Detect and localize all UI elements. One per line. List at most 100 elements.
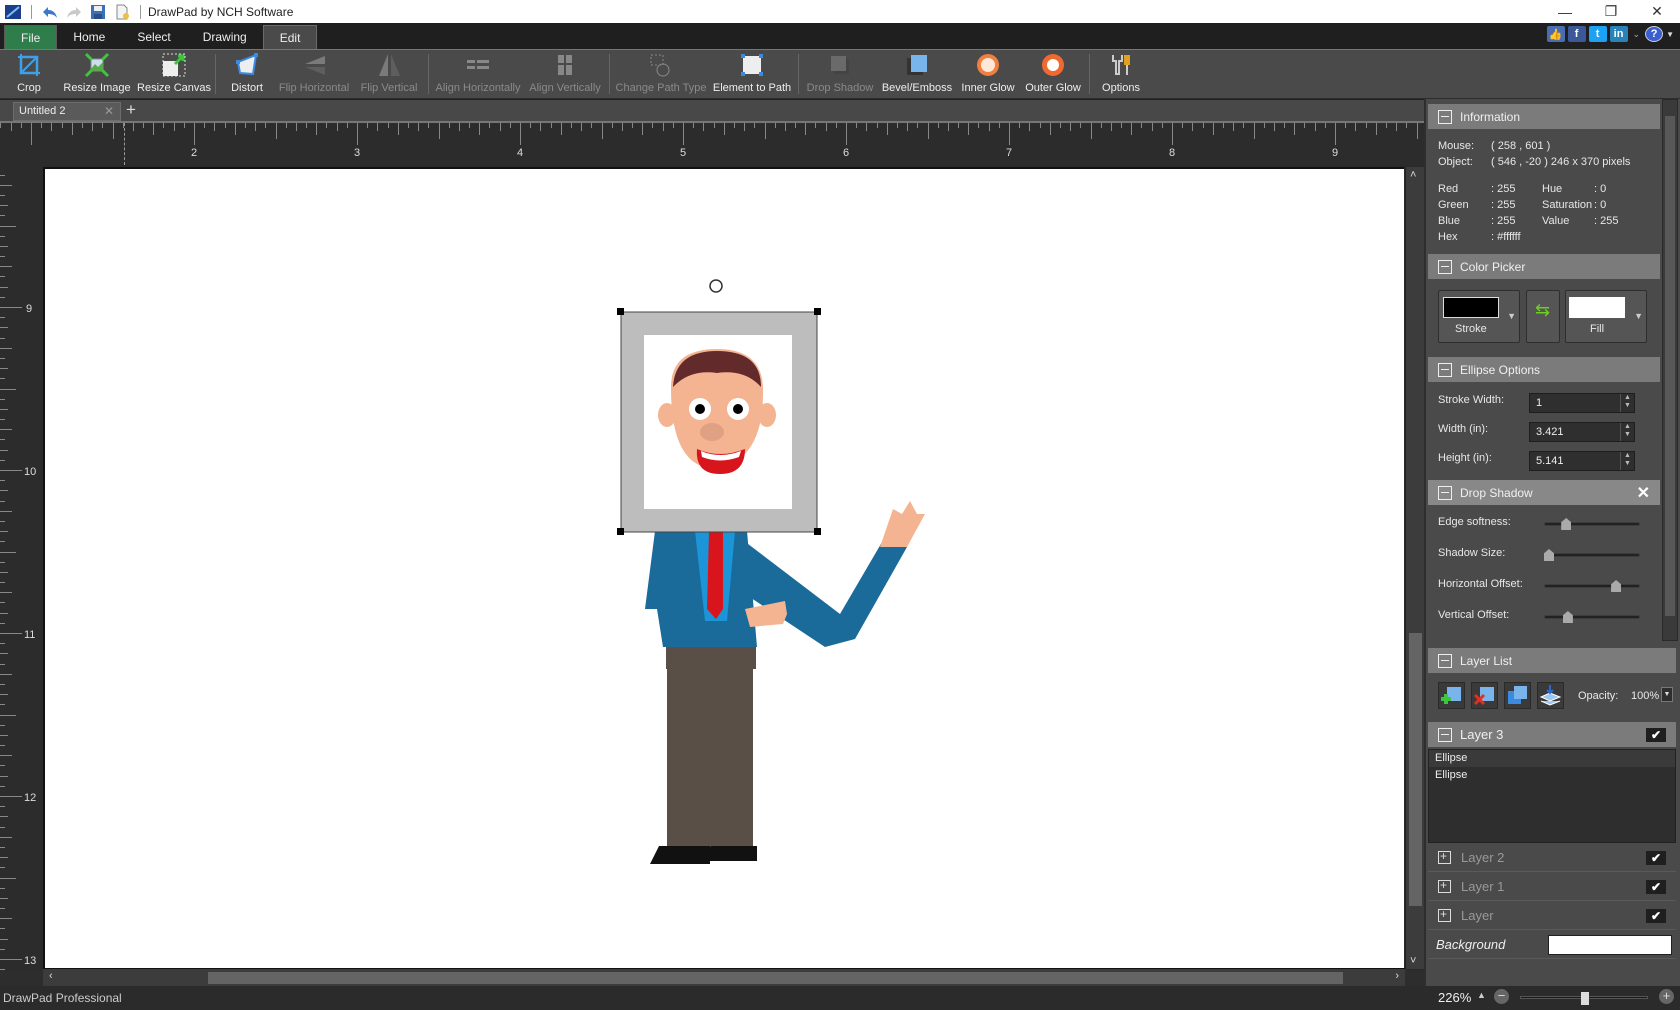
chevron-down-icon[interactable]: ⌄ [1633, 29, 1641, 40]
shadow-size-slider[interactable] [1544, 553, 1640, 557]
panel-scroll-thumb[interactable] [1665, 116, 1675, 616]
delete-layer-button[interactable] [1471, 682, 1498, 709]
spinner-arrows-icon[interactable]: ▲▼ [1620, 394, 1634, 412]
add-tab-button[interactable]: + [126, 100, 136, 120]
tab-edit[interactable]: Edit [263, 25, 318, 49]
drawing-page[interactable] [43, 167, 1404, 970]
layer-item[interactable]: Ellipse [1429, 750, 1675, 767]
resize-canvas-button[interactable]: Resize Canvas [136, 50, 212, 98]
layer-visible-checkbox[interactable]: ✔ [1646, 909, 1666, 923]
collapse-icon[interactable] [1438, 110, 1452, 124]
tab-drawing[interactable]: Drawing [187, 25, 263, 49]
close-button[interactable]: ✕ [1634, 0, 1680, 23]
layer-item[interactable]: Ellipse [1429, 767, 1675, 784]
stroke-width-input[interactable]: 1▲▼ [1529, 393, 1635, 413]
slider-thumb[interactable] [1544, 549, 1554, 561]
expand-layer-icon[interactable]: + [1438, 851, 1451, 864]
scroll-right-icon[interactable]: › [1395, 970, 1399, 982]
spinner-arrows-icon[interactable]: ▲▼ [1620, 423, 1634, 441]
slider-thumb[interactable] [1563, 611, 1573, 623]
element-to-path-button[interactable]: Element to Path [709, 50, 795, 98]
fill-dropdown-icon[interactable]: ▼ [1634, 311, 1643, 321]
fill-color-button[interactable]: Fill ▼ [1565, 290, 1647, 343]
vertical-offset-slider[interactable] [1544, 615, 1640, 619]
opacity-value[interactable]: 100% [1631, 690, 1659, 702]
collapse-icon[interactable] [1438, 260, 1452, 274]
duplicate-layer-button[interactable] [1504, 682, 1531, 709]
horizontal-scrollbar[interactable]: ‹ › [43, 968, 1405, 986]
layer-visible-checkbox[interactable]: ✔ [1646, 851, 1666, 865]
options-button[interactable]: Options [1093, 50, 1149, 98]
layer-3-header[interactable]: Layer 3✔ [1428, 722, 1676, 747]
bevel-emboss-button[interactable]: Bevel/Emboss [878, 50, 956, 98]
tab-select[interactable]: Select [121, 25, 186, 49]
close-effect-icon[interactable]: ✕ [1637, 483, 1650, 503]
facebook-icon[interactable]: f [1568, 26, 1586, 42]
color-picker-header[interactable]: Color Picker [1428, 254, 1660, 279]
flip-horizontal-button[interactable]: Flip Horizontal [275, 50, 353, 98]
layer-2-row[interactable]: +Layer 2✔ [1428, 844, 1676, 872]
selected-ellipse-object[interactable] [617, 280, 821, 535]
layer-1-row[interactable]: +Layer 1✔ [1428, 873, 1676, 901]
like-icon[interactable]: 👍 [1547, 26, 1565, 42]
layer-visible-checkbox[interactable]: ✔ [1646, 728, 1666, 742]
collapse-icon[interactable] [1438, 363, 1452, 377]
ellipse-options-header[interactable]: Ellipse Options [1428, 357, 1660, 382]
expand-layer-icon[interactable]: + [1438, 880, 1451, 893]
collapse-layer-icon[interactable] [1438, 728, 1452, 742]
merge-layer-button[interactable] [1537, 682, 1564, 709]
redo-icon[interactable] [65, 4, 83, 20]
outer-glow-button[interactable]: Outer Glow [1020, 50, 1086, 98]
width-input[interactable]: 3.421▲▼ [1529, 422, 1635, 442]
zoom-slider[interactable] [1520, 996, 1648, 999]
align-horizontally-button[interactable]: Align Horizontally [432, 50, 524, 98]
layer-visible-checkbox[interactable]: ✔ [1646, 880, 1666, 894]
slider-thumb[interactable] [1611, 580, 1621, 592]
collapse-icon[interactable] [1438, 654, 1452, 668]
zoom-slider-thumb[interactable] [1581, 992, 1589, 1005]
layer-list-header[interactable]: Layer List [1428, 648, 1676, 673]
undo-icon[interactable] [41, 4, 59, 20]
layer-row[interactable]: +Layer✔ [1428, 902, 1676, 930]
change-path-type-button[interactable]: Change Path Type [613, 50, 709, 98]
collapse-icon[interactable] [1438, 486, 1452, 500]
background-color-swatch[interactable] [1548, 935, 1672, 955]
twitter-icon[interactable]: t [1589, 26, 1607, 42]
panel-scrollbar[interactable] [1662, 99, 1678, 641]
vertical-scroll-thumb[interactable] [1409, 633, 1422, 906]
crop-button[interactable]: Crop [0, 50, 58, 98]
document-tab[interactable]: Untitled 2 ✕ [13, 102, 121, 121]
help-icon[interactable]: ? [1645, 26, 1663, 42]
scroll-up-icon[interactable]: ˄ [1410, 169, 1416, 181]
close-tab-icon[interactable]: ✕ [104, 103, 114, 120]
tab-home[interactable]: Home [57, 25, 121, 49]
opacity-dropdown-icon[interactable]: ▼ [1661, 687, 1673, 702]
swap-colors-button[interactable]: ⇆ [1526, 290, 1560, 343]
stroke-dropdown-icon[interactable]: ▼ [1507, 311, 1516, 321]
horizontal-scroll-thumb[interactable] [208, 972, 1343, 984]
new-document-icon[interactable] [113, 4, 131, 20]
zoom-level[interactable]: 226% [1438, 990, 1471, 1005]
linkedin-icon[interactable]: in [1610, 26, 1628, 42]
save-icon[interactable] [89, 4, 107, 20]
zoom-out-button[interactable]: − [1494, 989, 1509, 1004]
expand-layer-icon[interactable]: + [1438, 909, 1451, 922]
help-dropdown-icon[interactable]: ▼ [1666, 30, 1674, 39]
zoom-in-button[interactable]: + [1659, 989, 1674, 1004]
restore-button[interactable]: ❐ [1588, 0, 1634, 23]
zoom-menu-icon[interactable]: ▲ [1477, 990, 1486, 1000]
distort-button[interactable]: Distort [219, 50, 275, 98]
vertical-scrollbar[interactable]: ˄ ˅ [1405, 167, 1424, 969]
drop-shadow-button[interactable]: Drop Shadow [802, 50, 878, 98]
add-layer-button[interactable] [1438, 682, 1465, 709]
scroll-left-icon[interactable]: ‹ [49, 970, 53, 982]
align-vertically-button[interactable]: Align Vertically [524, 50, 606, 98]
information-header[interactable]: Information [1428, 104, 1660, 129]
resize-image-button[interactable]: Resize Image [58, 50, 136, 98]
height-input[interactable]: 5.141▲▼ [1529, 451, 1635, 471]
horizontal-offset-slider[interactable] [1544, 584, 1640, 588]
slider-thumb[interactable] [1561, 518, 1571, 530]
flip-vertical-button[interactable]: Flip Vertical [353, 50, 425, 98]
edge-softness-slider[interactable] [1544, 522, 1640, 526]
drop-shadow-header[interactable]: Drop Shadow✕ [1428, 480, 1660, 505]
